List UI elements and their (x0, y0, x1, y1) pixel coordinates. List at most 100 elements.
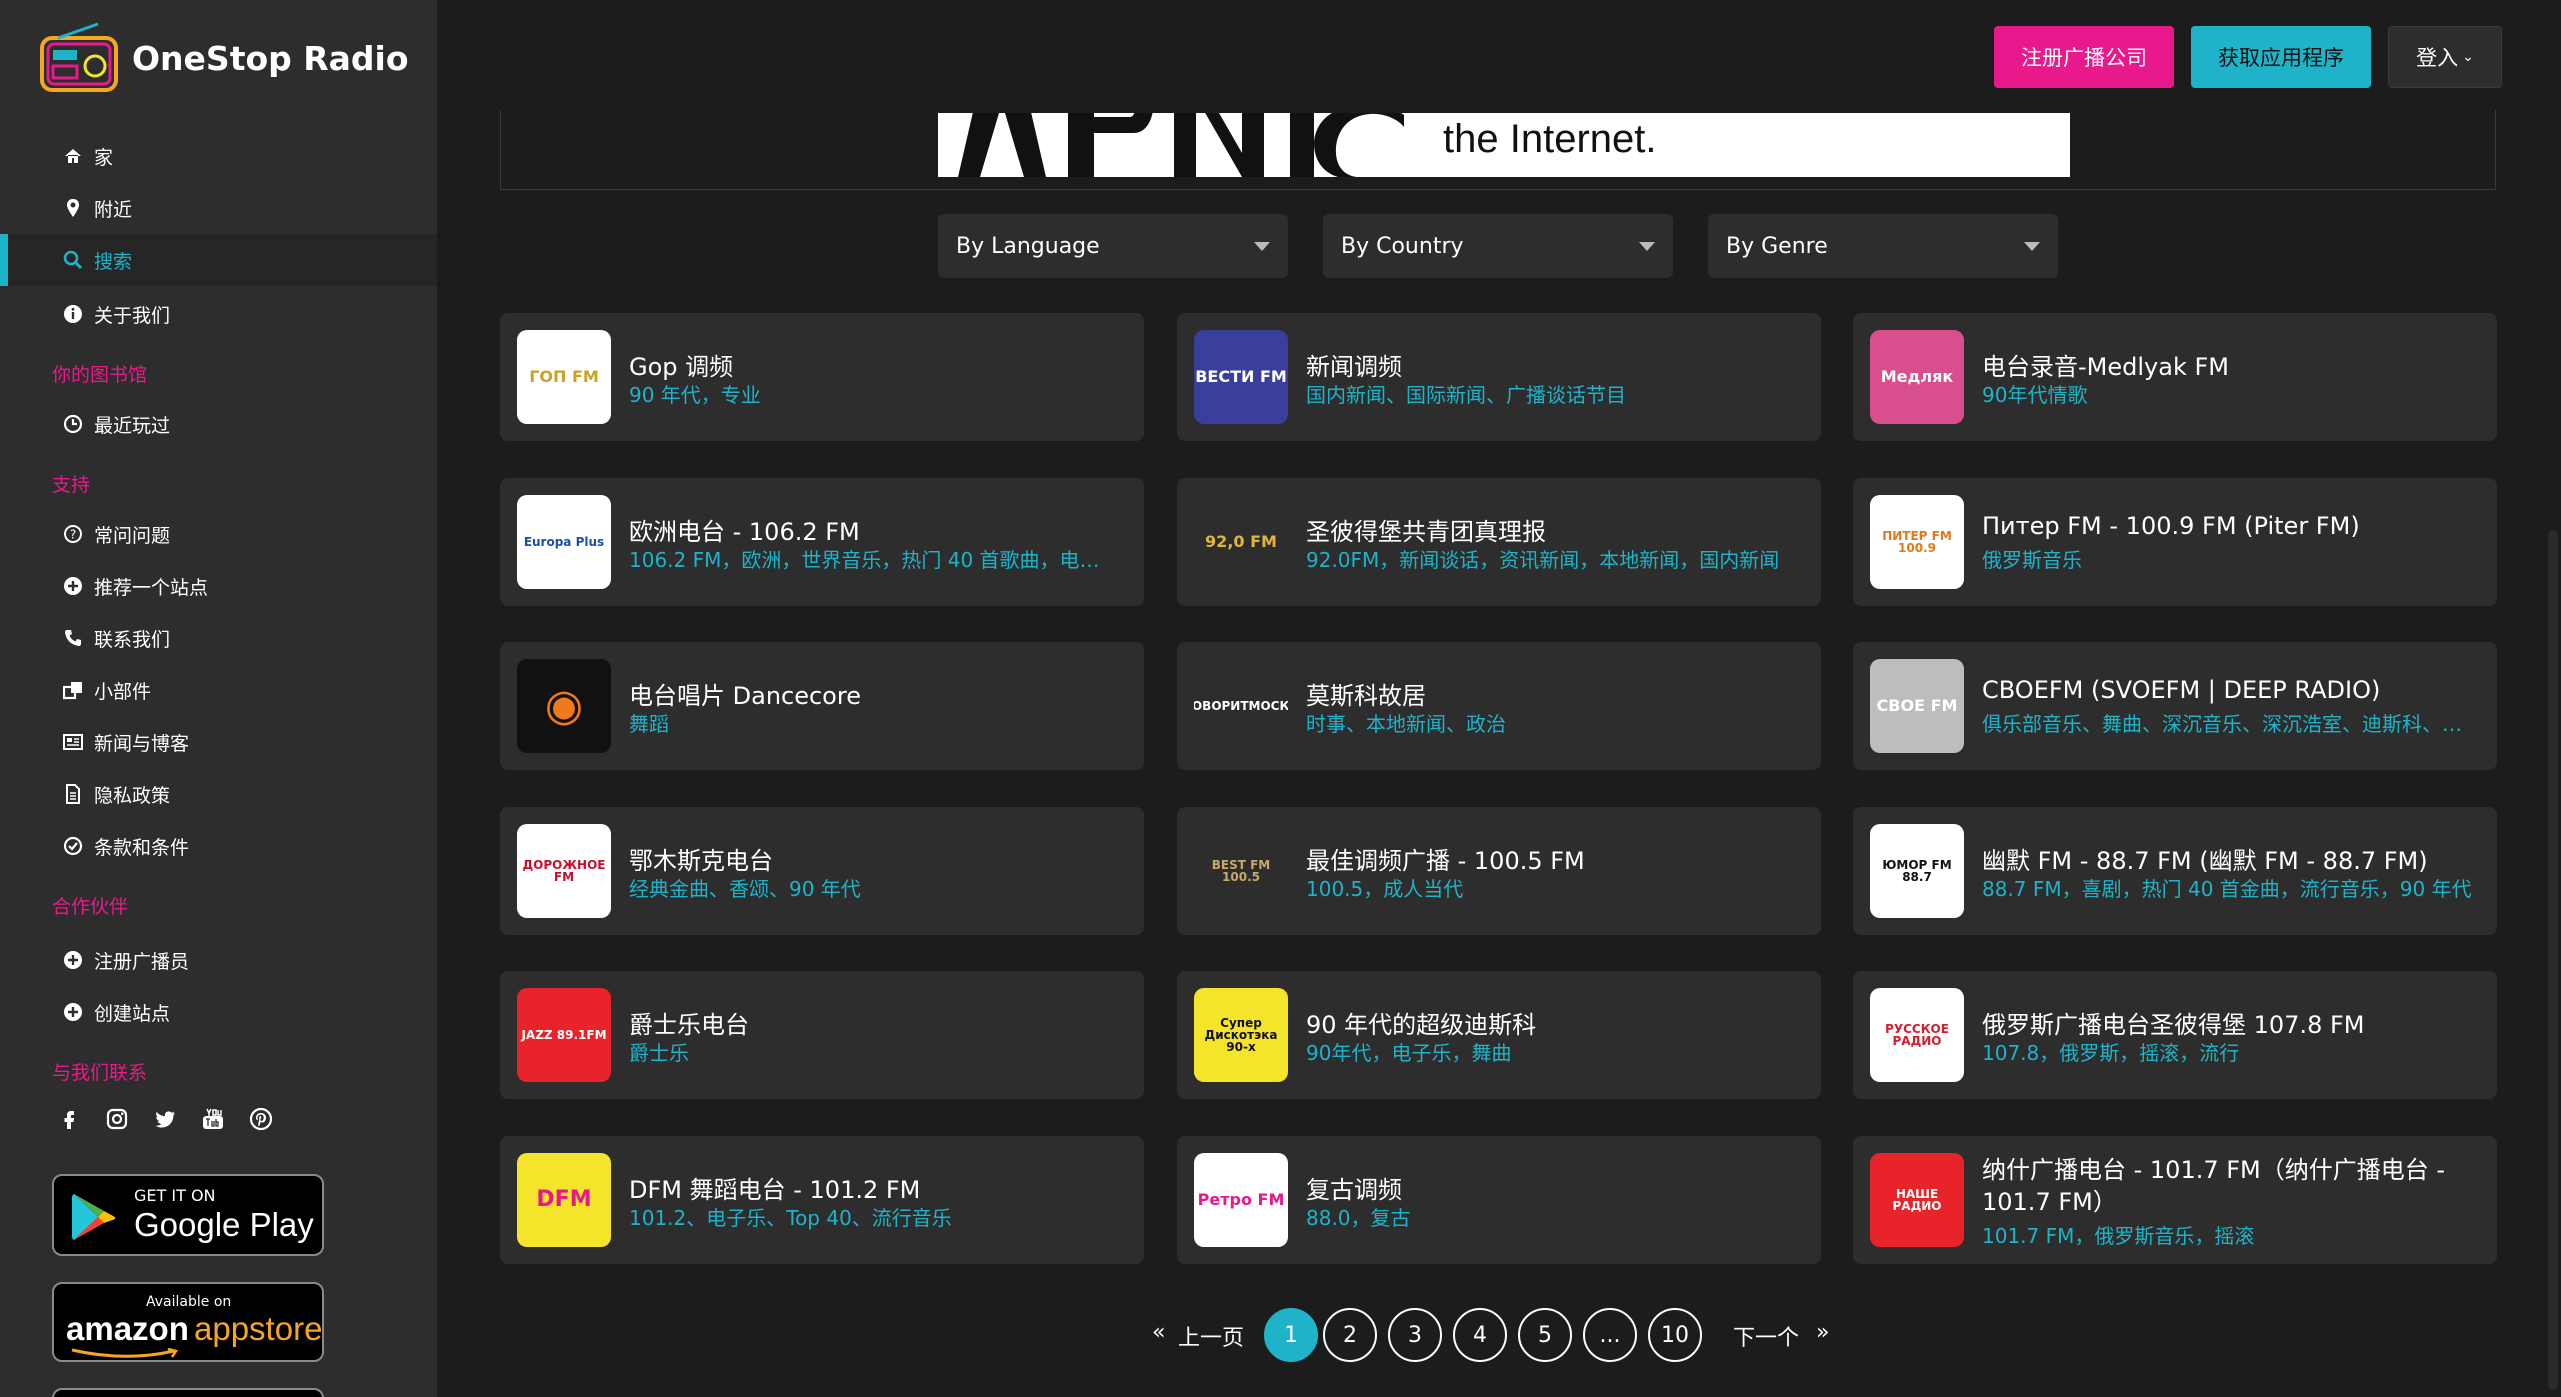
station-card[interactable]: ГОП FM Gop 调频 90 年代，专业 (500, 313, 1144, 441)
page-5-button[interactable]: 5 (1518, 1308, 1572, 1362)
question-icon: ? (60, 524, 86, 544)
nav-privacy[interactable]: 隐私政策 (0, 768, 437, 820)
next-arrow-icon[interactable]: » (1816, 1320, 1829, 1345)
register-broadcaster-button[interactable]: 注册广播公司 (1994, 26, 2174, 88)
youtube-icon[interactable] (200, 1106, 226, 1132)
station-card[interactable]: DFM DFM 舞蹈电台 - 101.2 FM 101.2、电子乐、Top 40、流… (500, 1136, 1144, 1264)
store-badge-partial[interactable] (52, 1388, 324, 1397)
nav-contact[interactable]: 联系我们 (0, 612, 437, 664)
google-play-small: GET IT ON (134, 1186, 216, 1205)
nav-register-broadcaster-label: 注册广播员 (94, 950, 190, 973)
section-partners: 合作伙伴 (52, 896, 129, 918)
station-card[interactable]: РУССКОЕ РАДИО 俄罗斯广播电台圣彼得堡 107.8 FM 107.8，俄… (1853, 971, 2497, 1099)
station-card[interactable]: СВОЕ FM CBOEFM (SVOEFM | DEEP RADIO) 俱乐部音乐… (1853, 642, 2497, 770)
nav-create-station[interactable]: 创建站点 (0, 986, 437, 1038)
station-title: 90 年代的超级迪斯科 (1306, 1011, 1537, 1039)
filter-language-label: By Language (956, 233, 1100, 259)
search-icon (60, 250, 86, 270)
google-play-name: Google Play (134, 1206, 314, 1243)
station-genres: 88.0，复古 (1306, 1206, 1411, 1230)
station-card[interactable]: Ретро FM 复古调频 88.0，复古 (1177, 1136, 1821, 1264)
nav-nearby[interactable]: 附近 (0, 182, 437, 234)
nav-search[interactable]: 搜索 (0, 234, 437, 286)
nav-suggest-station-label: 推荐一个站点 (94, 576, 209, 599)
instagram-icon[interactable] (104, 1106, 130, 1132)
home-icon (60, 146, 86, 166)
station-logo: Europa Plus (517, 495, 611, 589)
station-card[interactable]: ◉ 电台唱片 Dancecore 舞蹈 (500, 642, 1144, 770)
station-card[interactable]: ЮМОР FM 88.7 幽默 FM - 88.7 FM (幽默 FM - 88.… (1853, 807, 2497, 935)
filter-language-select[interactable]: By Language (938, 214, 1288, 278)
filter-country-select[interactable]: By Country (1323, 214, 1673, 278)
station-card[interactable]: Медляк 电台录音-Medlyak FM 90年代情歌 (1853, 313, 2497, 441)
page-1-button[interactable]: 1 (1264, 1308, 1318, 1362)
nav-news-blog[interactable]: 新闻与博客 (0, 716, 437, 768)
brand[interactable]: OneStop Radio (38, 20, 409, 96)
page-10-button[interactable]: 10 (1648, 1308, 1702, 1362)
station-card[interactable]: BEST FM 100.5 最佳调频广播 - 100.5 FM 100.5，成人当代 (1177, 807, 1821, 935)
google-play-badge[interactable]: GET IT ON Google Play (52, 1174, 324, 1256)
page-2-button[interactable]: 2 (1323, 1308, 1377, 1362)
nav-home-label: 家 (94, 146, 114, 169)
banner-ad[interactable]: the Internet. (938, 113, 2070, 177)
plus-circle-icon (60, 1002, 86, 1022)
nav-recent-label: 最近玩过 (94, 414, 171, 437)
station-logo: Ретро FM (1194, 1153, 1288, 1247)
filter-genre-label: By Genre (1726, 233, 1828, 259)
get-app-button[interactable]: 获取应用程序 (2191, 26, 2371, 88)
section-library: 你的图书馆 (52, 364, 148, 386)
nav-home[interactable]: 家 (0, 130, 437, 182)
brand-name: OneStop Radio (132, 38, 409, 78)
map-pin-icon (60, 198, 86, 218)
nav-recent[interactable]: 最近玩过 (0, 398, 437, 450)
station-card[interactable]: Супер Дискотэка 90-х 90 年代的超级迪斯科 90年代，电子乐，… (1177, 971, 1821, 1099)
nav-terms[interactable]: 条款和条件 (0, 820, 437, 872)
station-card[interactable]: ВЕСТИ FM 新闻调频 国内新闻、国际新闻、广播谈话节目 (1177, 313, 1821, 441)
nav-widgets-label: 小部件 (94, 680, 152, 703)
station-logo: ГОП FM (517, 330, 611, 424)
station-genres: 90 年代，专业 (629, 383, 761, 407)
page-3-button[interactable]: 3 (1388, 1308, 1442, 1362)
nav-about[interactable]: 关于我们 (0, 288, 437, 340)
station-title: 鄂木斯克电台 (629, 847, 773, 875)
station-title: 圣彼得堡共青团真理报 (1306, 518, 1546, 546)
station-genres: 舞蹈 (629, 712, 669, 736)
next-page-link[interactable]: 下一个 (1733, 1320, 1799, 1352)
nav-register-broadcaster[interactable]: 注册广播员 (0, 934, 437, 986)
station-card[interactable]: НАШЕ РАДИО 纳什广播电台 - 101.7 FM（纳什广播电台 - 101… (1853, 1136, 2497, 1264)
chevron-down-icon: ⌄ (2462, 49, 2474, 65)
station-card[interactable]: ДОРОЖНОЕ FM 鄂木斯克电台 经典金曲、香颂、90 年代 (500, 807, 1144, 935)
nav-widgets[interactable]: 小部件 (0, 664, 437, 716)
nav-contact-label: 联系我们 (94, 628, 171, 651)
prev-page-link[interactable]: 上一页 (1178, 1320, 1244, 1352)
banner-text: the Internet. (1443, 117, 1657, 161)
station-title: DFM 舞蹈电台 - 101.2 FM (629, 1176, 921, 1204)
pinterest-icon[interactable] (248, 1106, 274, 1132)
twitter-icon[interactable] (152, 1106, 178, 1132)
station-card[interactable]: Europa Plus 欧洲电台 - 106.2 FM 106.2 FM，欧洲，世界… (500, 478, 1144, 606)
clock-icon (60, 414, 86, 434)
station-card[interactable]: #ГОВОРИТМОСКВА 莫斯科故居时事、本地新闻、政治 (1177, 642, 1821, 770)
station-card[interactable]: JAZZ 89.1FM 爵士乐电台 爵士乐 (500, 971, 1144, 1099)
info-icon (60, 304, 86, 324)
nav-faq[interactable]: ? 常问问题 (0, 508, 437, 560)
station-title: Gop 调频 (629, 353, 734, 381)
station-logo: РУССКОЕ РАДИО (1870, 988, 1964, 1082)
scrollbar[interactable] (2548, 530, 2558, 1390)
station-logo: ВЕСТИ FM (1194, 330, 1288, 424)
prev-arrow-icon[interactable]: « (1152, 1320, 1165, 1345)
station-genres: 俄罗斯音乐 (1982, 548, 2082, 572)
page-4-button[interactable]: 4 (1453, 1308, 1507, 1362)
widget-icon (60, 680, 86, 700)
login-dropdown-button[interactable]: 登入 ⌄ (2388, 26, 2502, 88)
document-icon (60, 784, 86, 804)
station-card[interactable]: 92,0 FM 圣彼得堡共青团真理报 92.0FM，新闻谈话，资讯新闻，本地新闻，国… (1177, 478, 1821, 606)
nav-suggest-station[interactable]: 推荐一个站点 (0, 560, 437, 612)
station-card[interactable]: ПИТЕР FM 100.9 Питер FM - 100.9 FM (Piter… (1853, 478, 2497, 606)
social-links (56, 1106, 274, 1132)
filter-genre-select[interactable]: By Genre (1708, 214, 2058, 278)
station-logo: ДОРОЖНОЕ FM (517, 824, 611, 918)
station-genres: 107.8，俄罗斯，摇滚，流行 (1982, 1041, 2240, 1065)
newspaper-icon (60, 732, 86, 752)
facebook-icon[interactable] (56, 1106, 82, 1132)
